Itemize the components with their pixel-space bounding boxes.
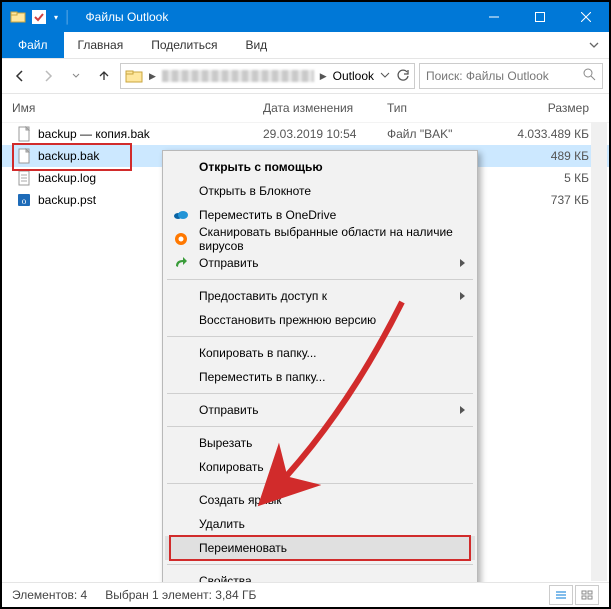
menu-label: Открыть в Блокноте	[199, 184, 311, 198]
menu-label: Переместить в OneDrive	[199, 208, 336, 222]
column-size[interactable]: Размер	[499, 101, 609, 115]
menu-label: Копировать	[199, 460, 264, 474]
column-name[interactable]: Имя	[12, 101, 263, 115]
divider-icon: │	[64, 10, 72, 24]
menu-restore-version[interactable]: Восстановить прежнюю версию	[165, 308, 475, 332]
file-icon	[16, 126, 32, 142]
menu-label: Отправить	[199, 403, 259, 417]
navigation-bar: ▶ ▶ Outlook Поиск: Файлы Outlook	[2, 59, 609, 94]
tab-share[interactable]: Поделиться	[137, 32, 231, 58]
file-name: backup — копия.bak	[38, 127, 263, 141]
refresh-icon[interactable]	[396, 68, 410, 85]
status-selection: Выбран 1 элемент: 3,84 ГБ	[105, 588, 256, 602]
menu-label: Предоставить доступ к	[199, 289, 327, 303]
menu-label: Сканировать выбранные области на наличие…	[199, 225, 455, 253]
column-date[interactable]: Дата изменения	[263, 101, 387, 115]
menu-separator	[167, 393, 473, 394]
file-date: 29.03.2019 10:54	[263, 127, 387, 141]
menu-scan[interactable]: Сканировать выбранные области на наличие…	[165, 227, 475, 251]
view-switcher	[549, 585, 599, 605]
menu-label: Отправить	[199, 256, 259, 270]
menu-onedrive[interactable]: Переместить в OneDrive	[165, 203, 475, 227]
up-button[interactable]	[92, 64, 116, 88]
window-title: Файлы Outlook	[86, 10, 169, 24]
menu-open-notepad[interactable]: Открыть в Блокноте	[165, 179, 475, 203]
menu-move-to[interactable]: Переместить в папку...	[165, 365, 475, 389]
close-button[interactable]	[563, 2, 609, 32]
svg-text:o: o	[22, 196, 27, 206]
menu-share-access[interactable]: Предоставить доступ к	[165, 284, 475, 308]
tab-home[interactable]: Главная	[64, 32, 138, 58]
explorer-window: ▾ │ Файлы Outlook Файл Главная Поделитьс…	[0, 0, 611, 609]
qat-dropdown-icon[interactable]: ▾	[54, 13, 58, 22]
folder-icon	[125, 67, 143, 85]
outlook-pst-icon: o	[16, 192, 32, 208]
search-input[interactable]: Поиск: Файлы Outlook	[419, 63, 603, 89]
checkbox-icon[interactable]	[32, 10, 46, 24]
avast-icon	[173, 231, 189, 247]
menu-label: Удалить	[199, 517, 245, 531]
menu-open-with[interactable]: Открыть с помощью	[165, 155, 475, 179]
column-headers: Имя Дата изменения Тип Размер	[2, 94, 609, 123]
menu-label: Копировать в папку...	[199, 346, 317, 360]
title-bar: ▾ │ Файлы Outlook	[2, 2, 609, 32]
status-item-count: Элементов: 4	[12, 588, 87, 602]
folder-small-icon	[10, 9, 26, 25]
menu-label: Восстановить прежнюю версию	[199, 313, 376, 327]
menu-copy[interactable]: Копировать	[165, 455, 475, 479]
menu-separator	[167, 336, 473, 337]
menu-create-shortcut[interactable]: Создать ярлык	[165, 488, 475, 512]
maximize-button[interactable]	[517, 2, 563, 32]
address-blurred-path	[162, 70, 314, 82]
ribbon-expand-icon[interactable]	[579, 32, 609, 58]
file-text-icon	[16, 170, 32, 186]
tab-view[interactable]: Вид	[231, 32, 281, 58]
address-dropdown-icon[interactable]	[380, 69, 390, 83]
menu-send-to[interactable]: Отправить	[165, 251, 475, 275]
menu-label: Создать ярлык	[199, 493, 282, 507]
window-controls	[471, 2, 609, 32]
status-bar: Элементов: 4 Выбран 1 элемент: 3,84 ГБ	[2, 582, 609, 607]
menu-separator	[167, 426, 473, 427]
forward-button[interactable]	[36, 64, 60, 88]
vertical-scrollbar[interactable]	[591, 122, 607, 581]
menu-separator	[167, 564, 473, 565]
ribbon-tabs: Файл Главная Поделиться Вид	[2, 32, 609, 59]
back-button[interactable]	[8, 64, 32, 88]
menu-separator	[167, 483, 473, 484]
search-placeholder: Поиск: Файлы Outlook	[426, 69, 549, 83]
minimize-button[interactable]	[471, 2, 517, 32]
view-details-button[interactable]	[549, 585, 573, 605]
menu-label: Вырезать	[199, 436, 252, 450]
file-tab[interactable]: Файл	[2, 32, 64, 58]
share-arrow-icon	[173, 255, 189, 271]
address-bar[interactable]: ▶ ▶ Outlook	[120, 63, 415, 89]
menu-separator	[167, 279, 473, 280]
quick-access-toolbar: ▾ │	[2, 9, 72, 25]
menu-copy-to[interactable]: Копировать в папку...	[165, 341, 475, 365]
file-row[interactable]: backup — копия.bak 29.03.2019 10:54 Файл…	[2, 123, 609, 145]
menu-send[interactable]: Отправить	[165, 398, 475, 422]
menu-label: Открыть с помощью	[199, 160, 323, 174]
view-large-button[interactable]	[575, 585, 599, 605]
chevron-right-icon[interactable]: ▶	[149, 71, 156, 82]
menu-label: Переименовать	[199, 541, 287, 555]
file-type: Файл "BAK"	[387, 127, 499, 141]
menu-delete[interactable]: Удалить	[165, 512, 475, 536]
onedrive-icon	[173, 207, 189, 223]
menu-label: Переместить в папку...	[199, 370, 325, 384]
search-icon	[583, 68, 596, 84]
menu-rename[interactable]: Переименовать	[165, 536, 475, 560]
address-crumb[interactable]: Outlook	[333, 69, 374, 83]
file-icon	[16, 148, 32, 164]
column-type[interactable]: Тип	[387, 101, 499, 115]
context-menu: Открыть с помощью Открыть в Блокноте Пер…	[162, 150, 478, 598]
chevron-right-icon[interactable]: ▶	[320, 71, 327, 82]
menu-cut[interactable]: Вырезать	[165, 431, 475, 455]
recent-dropdown-icon[interactable]	[64, 64, 88, 88]
